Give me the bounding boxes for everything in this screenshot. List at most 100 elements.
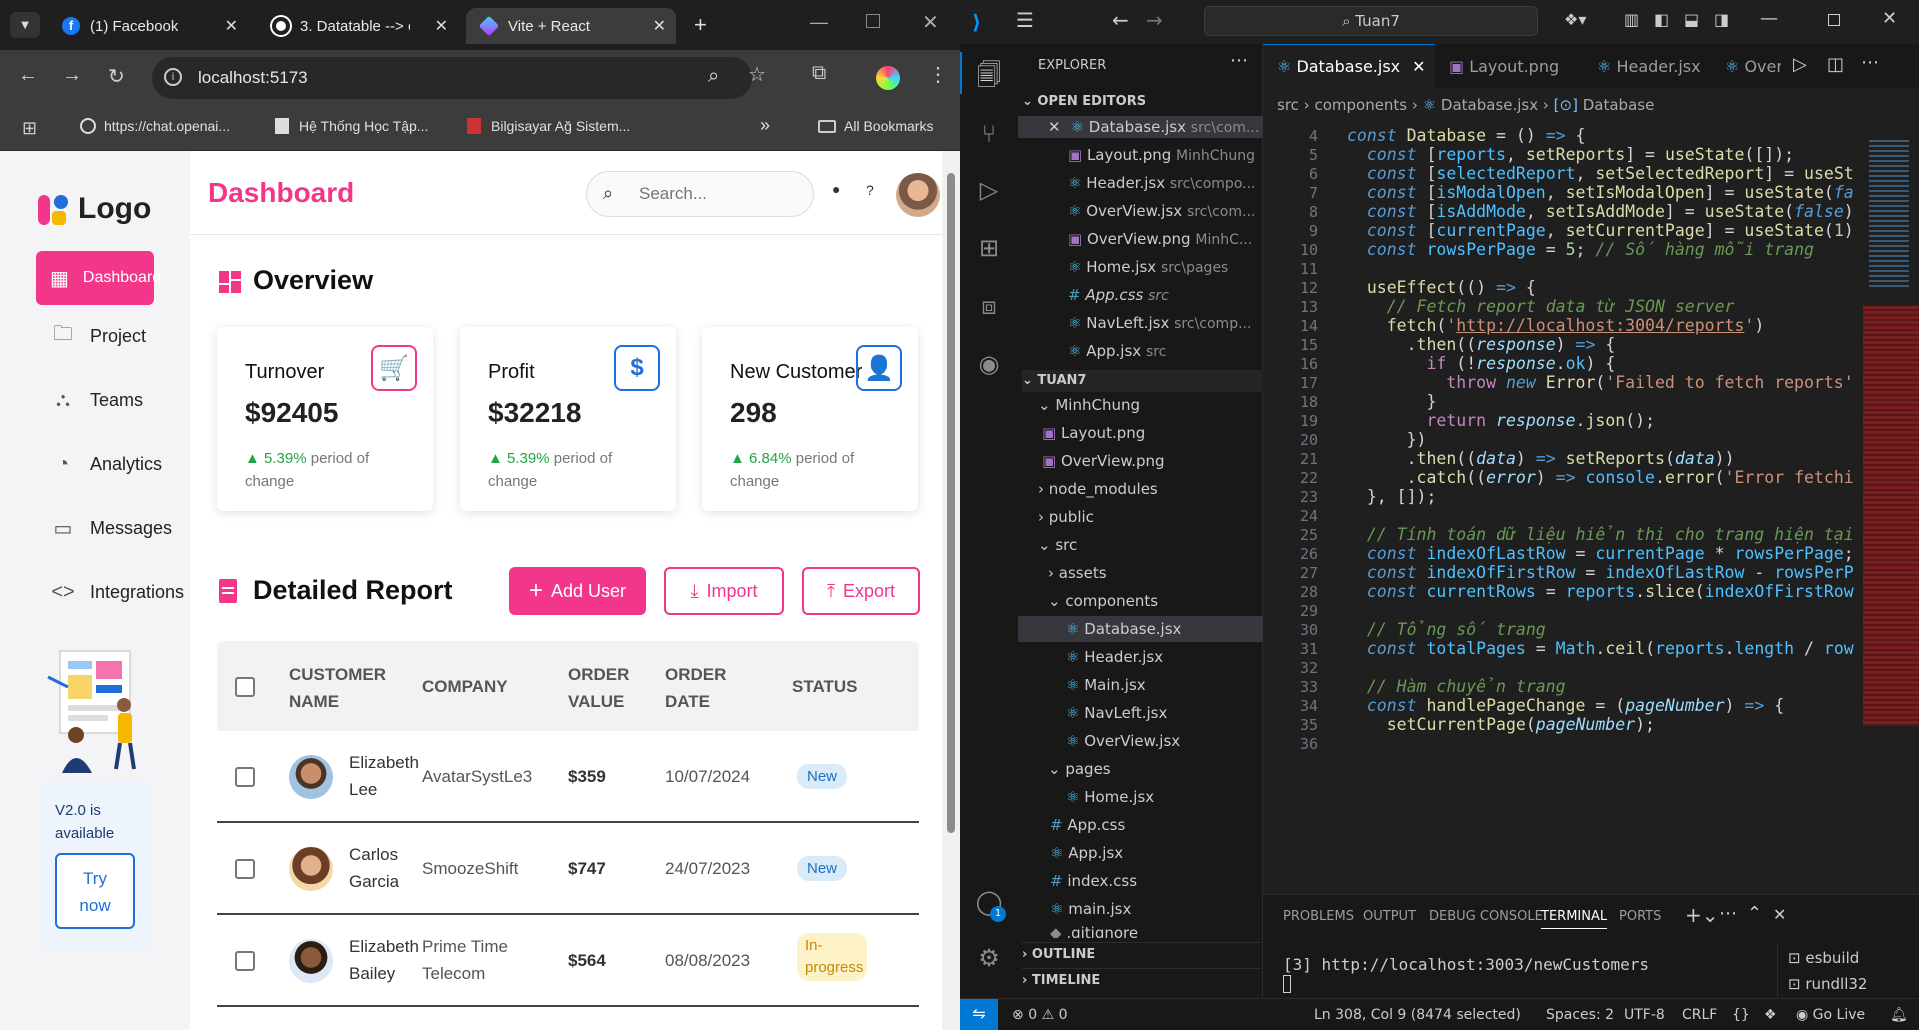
minimize-button[interactable]: — [810, 12, 828, 33]
reload-icon[interactable]: ↻ [108, 64, 125, 89]
python-icon[interactable]: ⧈ [973, 292, 1005, 324]
file-item[interactable]: ⚛ NavLeft.jsx [1066, 704, 1167, 722]
close-window-button[interactable]: ✕ [922, 10, 939, 35]
sidebar-item-teams[interactable]: ⛬ Teams [36, 373, 188, 427]
layout-icon[interactable]: ▥ [1624, 10, 1639, 29]
select-all-checkbox[interactable] [235, 677, 255, 697]
tab-search-button[interactable]: ▼ [10, 12, 40, 38]
file-item[interactable]: ▣ Layout.png [1042, 424, 1145, 442]
open-editor-item[interactable]: ⚛ App.jsx src [1068, 342, 1166, 360]
site-info-icon[interactable]: i [164, 68, 182, 86]
encoding[interactable]: UTF-8 [1624, 1007, 1665, 1023]
language-mode[interactable]: {} [1732, 1007, 1750, 1023]
maximize-button[interactable] [866, 14, 880, 28]
breadcrumb-item[interactable]: Database [1583, 96, 1655, 114]
close-icon[interactable]: ✕ [1048, 118, 1061, 136]
panel-tab-ports[interactable]: PORTS [1619, 909, 1661, 924]
file-item[interactable]: ⚛ Main.jsx [1066, 676, 1146, 694]
file-item[interactable]: # App.css [1050, 816, 1125, 834]
column-header[interactable]: CUSTOMER NAME [289, 661, 399, 715]
terminal-item[interactable]: ⊡ esbuild [1788, 949, 1859, 967]
editor-tab-layout[interactable]: ▣ Layout.png [1435, 44, 1583, 88]
page-scrollbar[interactable] [942, 151, 960, 1030]
breadcrumb-item[interactable]: src [1277, 96, 1299, 114]
editor-tab-header[interactable]: ⚛ Header.jsx [1583, 44, 1711, 88]
source-control-icon[interactable]: ⑂ [973, 120, 1005, 152]
open-editor-item[interactable]: # App.css src [1068, 286, 1169, 304]
sidebar-toggle-icon[interactable]: ◧ [1654, 10, 1669, 29]
go-live-button[interactable]: ◉ Go Live [1796, 1007, 1865, 1023]
maximize-panel-icon[interactable]: ⌃ [1747, 903, 1762, 924]
new-terminal-icon[interactable]: +⌄ [1685, 903, 1719, 927]
close-window-button[interactable]: ✕ [1882, 8, 1897, 29]
minimap[interactable] [1863, 136, 1919, 894]
breadcrumb-item[interactable]: components [1314, 96, 1407, 114]
close-icon[interactable]: ✕ [435, 16, 448, 36]
new-tab-button[interactable]: + [694, 12, 707, 38]
github-icon[interactable]: ◉ [973, 350, 1005, 382]
cursor-position[interactable]: Ln 308, Col 9 (8474 selected) [1314, 1007, 1521, 1023]
help-icon[interactable]: ? [866, 182, 874, 198]
indentation[interactable]: Spaces: 2 [1546, 1007, 1614, 1023]
folder-item[interactable]: ⌄ pages [1048, 760, 1111, 778]
bell-icon[interactable]: ● [832, 181, 840, 197]
table-row[interactable]: Elizabeth Lee AvatarSystLe3 $359 10/07/20… [217, 731, 919, 823]
file-item[interactable]: # index.css [1050, 872, 1137, 890]
open-editors-header[interactable]: ⌄ OPEN EDITORS [1022, 94, 1146, 109]
table-row[interactable]: Elizabeth Bailey Prime Time Telecom $564 … [217, 915, 919, 1007]
forward-icon[interactable]: → [1146, 8, 1163, 32]
folder-item[interactable]: ⌄ MinhChung [1038, 396, 1140, 414]
folder-item[interactable]: › public [1038, 508, 1094, 526]
timeline-header[interactable]: › TIMELINE [1022, 968, 1263, 988]
file-item[interactable]: ⚛ OverView.jsx [1066, 732, 1180, 750]
close-icon[interactable]: ✕ [225, 16, 238, 36]
sidebar-item-project[interactable]: 🗀 Project [36, 309, 188, 363]
menu-icon[interactable]: ☰ [1016, 8, 1034, 32]
table-row[interactable]: Carlos Garcia SmoozeShift $747 24/07/2023… [217, 823, 919, 915]
file-item[interactable]: ⚛ Header.jsx [1066, 648, 1163, 666]
row-checkbox[interactable] [235, 767, 255, 787]
folder-item[interactable]: ⌄ components [1048, 592, 1158, 610]
panel-toggle-icon[interactable]: ⬓ [1684, 10, 1699, 29]
notifications-icon[interactable]: 🔔︎ [1890, 1007, 1908, 1023]
column-header[interactable]: ORDER VALUE [568, 661, 658, 715]
file-item[interactable]: ⚛ Home.jsx [1066, 788, 1154, 806]
column-header[interactable]: STATUS [792, 673, 857, 700]
open-editor-item[interactable]: ▣ OverView.png MinhC... [1068, 230, 1252, 248]
breadcrumb-item[interactable]: Database.jsx [1441, 96, 1538, 114]
bookmark-star-icon[interactable]: ☆ [748, 62, 766, 87]
url-text[interactable]: localhost:5173 [198, 68, 308, 88]
maximize-button[interactable] [1828, 14, 1840, 26]
open-editor-item[interactable]: ⚛ Home.jsx src\pages [1068, 258, 1228, 276]
folder-item[interactable]: ⌄ src [1038, 536, 1077, 554]
close-icon[interactable]: ✕ [653, 16, 666, 36]
export-button[interactable]: ⤒ Export [802, 567, 920, 615]
workspace-header[interactable]: ⌄ TUAN7 [1022, 370, 1263, 392]
more-bookmarks-button[interactable]: » [760, 115, 770, 136]
open-editor-item[interactable]: ▣ Layout.png MinhChung [1068, 146, 1255, 164]
all-bookmarks[interactable]: All Bookmarks [818, 118, 933, 134]
copilot-icon[interactable]: ❖▾ [1564, 10, 1586, 29]
sidebar-item-dashboard[interactable]: ▦ Dashboard [36, 251, 161, 305]
file-item[interactable]: ◆ .gitignore [1050, 924, 1138, 938]
url-bar[interactable]: i localhost:5173 ⌕ [152, 57, 752, 99]
file-item[interactable]: ⚛ Database.jsx [1066, 620, 1181, 638]
try-now-button[interactable]: Try now [55, 853, 135, 929]
column-header[interactable]: COMPANY [422, 673, 508, 700]
file-item[interactable]: ▣ OverView.png [1042, 452, 1165, 470]
panel-tab-terminal[interactable]: TERMINAL [1541, 909, 1608, 929]
profile-avatar[interactable] [876, 66, 900, 90]
sidebar-item-messages[interactable]: ▭ Messages [36, 501, 188, 555]
editor-tab-overview[interactable]: ⚛ Over [1711, 44, 1781, 88]
apps-icon[interactable]: ⊞ [22, 118, 37, 139]
more-actions-icon[interactable]: ⋯ [1719, 903, 1737, 924]
row-checkbox[interactable] [235, 951, 255, 971]
search-input[interactable] [639, 182, 799, 206]
split-editor-icon[interactable]: ◫ [1827, 54, 1844, 75]
command-search[interactable]: ⌕ Tuan7 [1204, 6, 1538, 36]
open-editor-item[interactable]: ⚛ NavLeft.jsx src\comp... [1068, 314, 1251, 332]
back-icon[interactable]: ← [18, 64, 38, 87]
scroll-thumb[interactable] [947, 173, 955, 833]
row-checkbox[interactable] [235, 859, 255, 879]
run-debug-icon[interactable]: ▷ [973, 176, 1005, 208]
